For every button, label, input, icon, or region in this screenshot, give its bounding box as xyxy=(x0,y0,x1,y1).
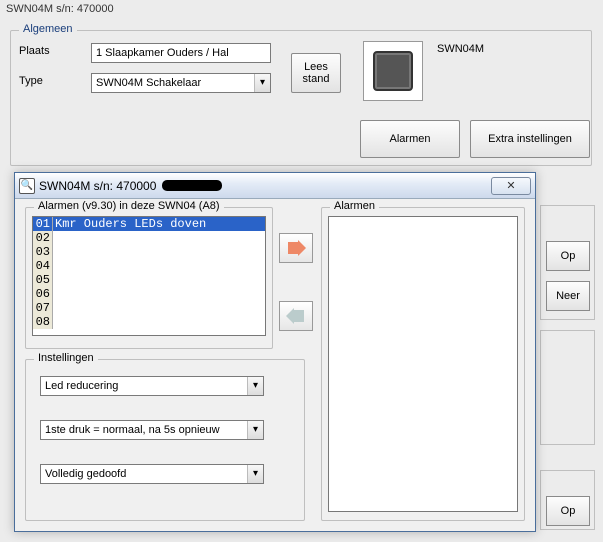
main-window-title: SWN04M s/n: 470000 xyxy=(6,3,114,15)
device-thumbnail xyxy=(363,41,423,101)
side-group-1: Op Neer xyxy=(540,205,595,320)
move-left-button[interactable] xyxy=(279,301,313,331)
alarm-row-number: 08 xyxy=(33,315,53,329)
label-type: Type xyxy=(19,75,43,87)
alarm-row-text xyxy=(53,245,265,259)
alarm-row-text xyxy=(53,315,265,329)
extra-instellingen-button-label: Extra instellingen xyxy=(488,133,572,145)
alarm-row[interactable]: 04 xyxy=(33,259,265,273)
alarm-row-number: 07 xyxy=(33,301,53,315)
alarm-row-number: 02 xyxy=(33,231,53,245)
group-target-alarmen: Alarmen xyxy=(321,207,525,521)
device-name-label: SWN04M xyxy=(437,43,484,55)
alarm-row-text xyxy=(53,231,265,245)
label-plaats: Plaats xyxy=(19,45,50,57)
op-button-1[interactable]: Op xyxy=(546,241,590,271)
move-right-button[interactable] xyxy=(279,233,313,263)
lees-stand-button[interactable]: Lees stand xyxy=(291,53,341,93)
alarm-row[interactable]: 06 xyxy=(33,287,265,301)
extra-instellingen-button[interactable]: Extra instellingen xyxy=(470,120,590,158)
dialog-titlebar: 🔍 SWN04M s/n: 470000 ✕ xyxy=(15,173,535,199)
alarmen-button-label: Alarmen xyxy=(390,133,431,145)
group-instellingen: Instellingen Led reducering ▾ 1ste druk … xyxy=(25,359,305,521)
op-label: Op xyxy=(561,505,576,517)
chevron-down-icon: ▾ xyxy=(254,74,270,92)
alarm-row[interactable]: 01Kmr Ouders LEDs doven xyxy=(33,217,265,231)
chevron-down-icon: ▾ xyxy=(247,377,263,395)
inst-combo-2-value: 1ste druk = normaal, na 5s opnieuw xyxy=(45,424,220,436)
alarm-row-text xyxy=(53,287,265,301)
alarm-row-text xyxy=(53,273,265,287)
close-icon: ✕ xyxy=(506,179,515,192)
target-alarm-list[interactable] xyxy=(328,216,518,512)
neer-button-1[interactable]: Neer xyxy=(546,281,590,311)
alarm-row-text xyxy=(53,301,265,315)
alarm-row[interactable]: 08 xyxy=(33,315,265,329)
magnifier-icon: 🔍 xyxy=(19,178,35,194)
type-combo[interactable]: SWN04M Schakelaar ▾ xyxy=(91,73,271,93)
arrow-right-icon xyxy=(286,240,306,256)
chevron-down-icon: ▾ xyxy=(247,421,263,439)
alarm-row-number: 03 xyxy=(33,245,53,259)
alarm-row-number: 06 xyxy=(33,287,53,301)
alarm-row-text: Kmr Ouders LEDs doven xyxy=(53,217,265,231)
dialog-close-button[interactable]: ✕ xyxy=(491,177,531,195)
group-algemeen-legend: Algemeen xyxy=(19,23,77,35)
alarm-row[interactable]: 05 xyxy=(33,273,265,287)
group-alarm-list: Alarmen (v9.30) in deze SWN04 (A8) 01Kmr… xyxy=(25,207,273,349)
group-target-alarmen-legend: Alarmen xyxy=(330,200,379,212)
alarm-row[interactable]: 07 xyxy=(33,301,265,315)
alarm-row-number: 04 xyxy=(33,259,53,273)
neer-label: Neer xyxy=(556,290,580,302)
lees-stand-label: Lees stand xyxy=(303,61,330,85)
alarm-row-number: 05 xyxy=(33,273,53,287)
chevron-down-icon: ▾ xyxy=(247,465,263,483)
alarm-row-text xyxy=(53,259,265,273)
type-value: SWN04M Schakelaar xyxy=(96,77,201,89)
switch-icon xyxy=(373,51,413,91)
op-label: Op xyxy=(561,250,576,262)
group-alarm-list-legend: Alarmen (v9.30) in deze SWN04 (A8) xyxy=(34,200,224,212)
inst-combo-2[interactable]: 1ste druk = normaal, na 5s opnieuw ▾ xyxy=(40,420,264,440)
inst-combo-1[interactable]: Led reducering ▾ xyxy=(40,376,264,396)
dialog-title: SWN04M s/n: 470000 xyxy=(39,179,156,193)
plaats-field[interactable]: 1 Slaapkamer Ouders / Hal xyxy=(91,43,271,63)
inst-combo-3-value: Volledig gedoofd xyxy=(45,468,126,480)
op-button-3[interactable]: Op xyxy=(546,496,590,526)
plaats-value: 1 Slaapkamer Ouders / Hal xyxy=(96,47,229,59)
alarm-list[interactable]: 01Kmr Ouders LEDs doven02030405060708 xyxy=(32,216,266,336)
inst-combo-1-value: Led reducering xyxy=(45,380,118,392)
arrow-left-icon xyxy=(286,308,306,324)
title-redacted-bar xyxy=(162,180,222,191)
alarm-row[interactable]: 03 xyxy=(33,245,265,259)
alarmen-button[interactable]: Alarmen xyxy=(360,120,460,158)
inst-combo-3[interactable]: Volledig gedoofd ▾ xyxy=(40,464,264,484)
group-instellingen-legend: Instellingen xyxy=(34,352,98,364)
side-group-3: Op xyxy=(540,470,595,530)
alarm-row[interactable]: 02 xyxy=(33,231,265,245)
alarmen-dialog: 🔍 SWN04M s/n: 470000 ✕ Alarmen (v9.30) i… xyxy=(14,172,536,532)
side-group-2 xyxy=(540,330,595,445)
alarm-row-number: 01 xyxy=(33,217,53,231)
